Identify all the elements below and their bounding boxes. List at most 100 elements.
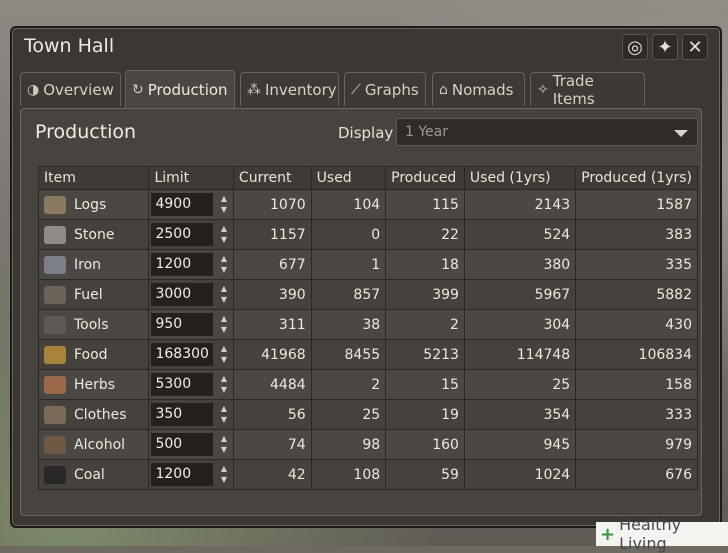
produced-1yrs-cell: 333: [575, 399, 698, 430]
column-header-used-1yrs[interactable]: Used (1yrs): [463, 166, 577, 190]
limit-cell: 350 ▲ ▼: [148, 399, 234, 430]
item-name: Iron: [74, 256, 102, 273]
current-cell: 41968: [232, 339, 312, 370]
item-name: Alcohol: [74, 436, 126, 453]
table-row[interactable]: Fuel 3000 ▲ ▼ 390 857 399 5967 5882: [37, 279, 698, 310]
town-hall-window: Town Hall ◎ ✦ ✕ ◑ Overview ↻ Production …: [10, 26, 722, 528]
production-icon: ↻: [132, 81, 144, 98]
tab-inventory[interactable]: ⁂ Inventory: [240, 72, 339, 106]
used-1yrs-cell: 114748: [463, 339, 577, 370]
table-row[interactable]: Coal 1200 ▲ ▼ 42 108 59 1024 676: [37, 459, 698, 490]
table-row[interactable]: Clothes 350 ▲ ▼ 56 25 19 354 333: [37, 399, 698, 430]
table-row[interactable]: Stone 2500 ▲ ▼ 1157 0 22 524 383: [37, 219, 698, 250]
produced-1yrs-cell: 383: [575, 219, 698, 250]
limit-input[interactable]: 2500: [151, 223, 213, 246]
tab-overview[interactable]: ◑ Overview: [20, 72, 121, 106]
used-cell: 104: [310, 189, 387, 220]
limit-input[interactable]: 3000: [151, 283, 213, 306]
table-row[interactable]: Iron 1200 ▲ ▼ 677 1 18 380 335: [37, 249, 698, 280]
trade-items-icon: ✧: [537, 81, 549, 98]
limit-input[interactable]: 350: [151, 403, 213, 426]
produced-cell: 115: [385, 189, 465, 220]
table-row[interactable]: Alcohol 500 ▲ ▼ 74 98 160 945 979: [37, 429, 698, 460]
used-cell: 857: [310, 279, 387, 310]
limit-stepper[interactable]: ▲ ▼: [217, 223, 231, 247]
produced-1yrs-cell: 676: [575, 459, 698, 490]
display-select[interactable]: 1 Year: [396, 118, 698, 146]
limit-stepper[interactable]: ▲ ▼: [217, 373, 231, 397]
pin-icon[interactable]: ✦: [652, 34, 678, 60]
tools-icon: [44, 315, 66, 334]
target-icon[interactable]: ◎: [622, 34, 648, 60]
column-header-item[interactable]: Item: [37, 166, 150, 190]
limit-input[interactable]: 1200: [151, 253, 213, 276]
alcohol-icon: [44, 435, 66, 454]
current-cell: 311: [232, 309, 312, 340]
title-bar[interactable]: Town Hall ◎ ✦ ✕: [12, 28, 720, 64]
tab-production[interactable]: ↻ Production: [125, 70, 235, 108]
limit-input[interactable]: 1200: [151, 463, 213, 486]
limit-cell: 3000 ▲ ▼: [148, 279, 234, 310]
tab-trade-items[interactable]: ✧ Trade Items: [530, 71, 645, 108]
tab-label: Production: [147, 80, 228, 99]
current-cell: 56: [232, 399, 312, 430]
window-title: Town Hall: [24, 35, 115, 57]
limit-stepper[interactable]: ▲ ▼: [217, 403, 231, 427]
plus-icon: +: [600, 523, 616, 545]
produced-1yrs-cell: 979: [575, 429, 698, 460]
limit-input[interactable]: 4900: [151, 193, 213, 216]
limit-cell: 168300 ▲ ▼: [148, 339, 234, 370]
column-header-limit[interactable]: Limit: [148, 166, 234, 190]
column-header-used[interactable]: Used: [310, 166, 387, 190]
item-cell: Food: [37, 339, 150, 370]
food-icon: [44, 345, 66, 364]
produced-cell: 2: [385, 309, 465, 340]
produced-1yrs-cell: 430: [575, 309, 698, 340]
limit-stepper[interactable]: ▲ ▼: [217, 193, 231, 217]
table-row[interactable]: Tools 950 ▲ ▼ 311 38 2 304 430: [37, 309, 698, 340]
close-icon[interactable]: ✕: [682, 34, 708, 60]
column-header-produced-1yrs[interactable]: Produced (1yrs): [575, 166, 698, 190]
table-row[interactable]: Food 168300 ▲ ▼ 41968 8455 5213 114748 106834: [37, 339, 698, 370]
nomads-icon: ⌂: [439, 81, 448, 98]
item-cell: Herbs: [37, 369, 150, 400]
used-cell: 8455: [310, 339, 387, 370]
item-cell: Logs: [37, 189, 150, 220]
display-select-value: 1 Year: [405, 124, 448, 140]
limit-cell: 950 ▲ ▼: [148, 309, 234, 340]
limit-input[interactable]: 5300: [151, 373, 213, 396]
inventory-icon: ⁂: [247, 81, 261, 98]
limit-stepper[interactable]: ▲ ▼: [217, 313, 231, 337]
limit-stepper[interactable]: ▲ ▼: [217, 283, 231, 307]
limit-stepper[interactable]: ▲ ▼: [217, 343, 231, 367]
item-name: Coal: [74, 466, 105, 483]
item-cell: Coal: [37, 459, 150, 490]
tab-nomads[interactable]: ⌂ Nomads: [432, 72, 525, 106]
production-table: Item Limit Current Used Produced Used (1…: [37, 166, 698, 490]
used-cell: 25: [310, 399, 387, 430]
limit-input[interactable]: 950: [151, 313, 213, 336]
tab-label: Trade Items: [552, 71, 595, 108]
limit-input[interactable]: 168300: [151, 343, 213, 366]
graphs-icon: ⟋: [351, 81, 361, 98]
limit-input[interactable]: 500: [151, 433, 213, 456]
table-row[interactable]: Logs 4900 ▲ ▼ 1070 104 115 2143 1587: [37, 189, 698, 220]
used-1yrs-cell: 945: [463, 429, 577, 460]
limit-stepper[interactable]: ▲ ▼: [217, 253, 231, 277]
limit-stepper[interactable]: ▲ ▼: [217, 433, 231, 457]
limit-cell: 1200 ▲ ▼: [148, 459, 234, 490]
column-header-produced[interactable]: Produced: [385, 166, 465, 190]
limit-cell: 1200 ▲ ▼: [148, 249, 234, 280]
item-cell: Alcohol: [37, 429, 150, 460]
table-row[interactable]: Herbs 5300 ▲ ▼ 4484 2 15 25 158: [37, 369, 698, 400]
item-name: Logs: [74, 196, 107, 213]
item-name: Food: [74, 346, 108, 363]
tab-graphs[interactable]: ⟋ Graphs: [344, 72, 426, 106]
item-cell: Tools: [37, 309, 150, 340]
item-name: Herbs: [74, 376, 116, 393]
used-1yrs-cell: 2143: [463, 189, 577, 220]
column-header-current[interactable]: Current: [232, 166, 312, 190]
limit-stepper[interactable]: ▲ ▼: [217, 463, 231, 487]
production-panel: Production Display 1 Year Item Limit Cur…: [20, 108, 702, 516]
item-name: Tools: [74, 316, 109, 333]
